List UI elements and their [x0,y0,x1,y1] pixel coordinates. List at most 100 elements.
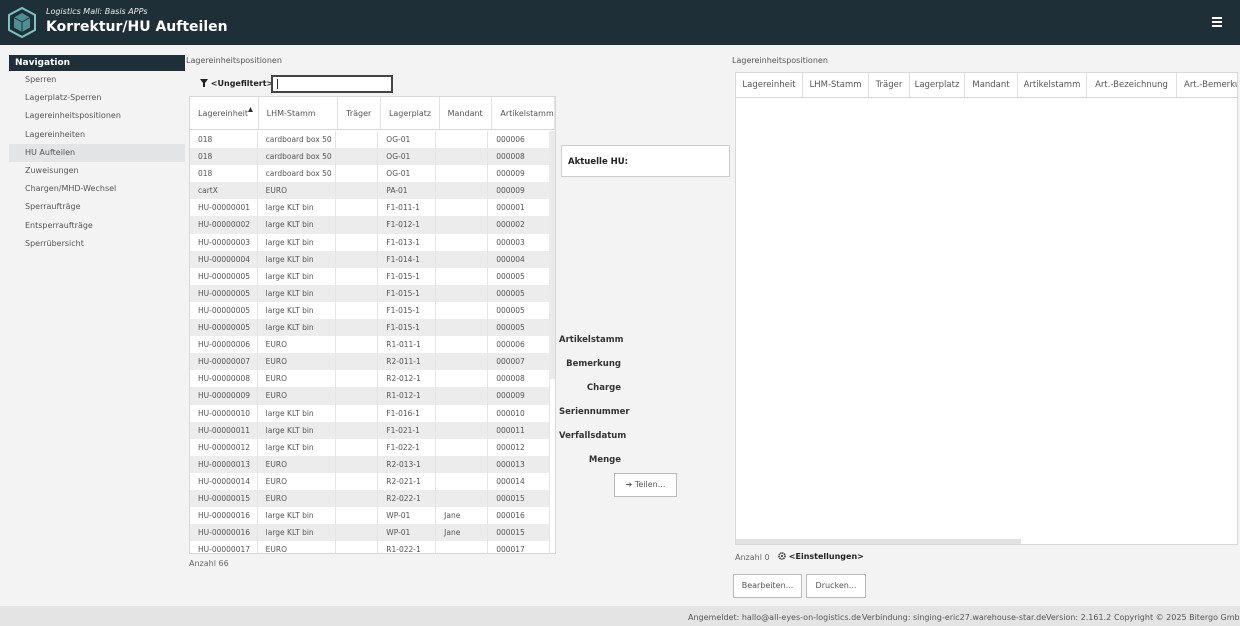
cell-artikelstamm: 000008 [488,370,550,388]
table-row[interactable]: HU-00000002 large KLT bin F1-012-1 000002 [190,216,550,234]
cell-lagereinheit: HU-00000009 [190,387,258,405]
edit-button[interactable]: Bearbeiten... [733,574,802,598]
left-table-body: 018 cardboard box 50 OG-01 000006 018 cardboa… [190,131,550,553]
cell-traeger [336,541,379,553]
filter-input[interactable] [271,75,393,93]
cell-lhm-stamm: large KLT bin [258,507,337,525]
table-row[interactable]: HU-00000004 large KLT bin F1-014-1 000004 [190,250,550,268]
split-button[interactable]: ➔ Teilen... [614,473,677,497]
sidebar-item[interactable]: Sperrübersicht [9,235,185,253]
cell-artikelstamm: 000006 [488,131,550,149]
cell-mandant [436,165,489,183]
table-row[interactable]: HU-00000008 EURO R2-012-1 000008 [190,370,550,388]
table-row[interactable]: HU-00000001 large KLT bin F1-011-1 000001 [190,199,550,217]
cell-lagereinheit: HU-00000008 [190,370,258,388]
filter-toggle[interactable]: <Ungefiltert> [200,79,273,88]
rcol-traeger[interactable]: Träger [869,73,910,97]
cell-artikelstamm: 000004 [488,250,550,268]
col-lagereinheit[interactable]: Lagereinheit [190,97,259,129]
cell-lagerplatz: F1-015-1 [378,301,437,320]
left-table-scrollbar[interactable] [549,131,555,379]
cell-lagerplatz: R2-011-1 [378,353,437,371]
table-row[interactable]: HU-00000010 large KLT bin F1-016-1 000010 [190,404,550,422]
logged-in-user: Angemeldet: hallo@all-eyes-on-logistics.… [688,613,862,622]
cell-artikelstamm: 000002 [488,216,550,234]
table-row[interactable]: HU-00000016 large KLT bin WP-01 Jane 000015 [190,524,550,542]
cell-mandant [436,301,489,320]
table-row[interactable]: 018 cardboard box 50 OG-01 000009 [190,165,550,183]
table-row[interactable]: HU-00000011 large KLT bin F1-021-1 000011 [190,421,550,439]
table-row[interactable]: HU-00000007 EURO R2-011-1 000007 [190,353,550,371]
sidebar-item[interactable]: Entsperraufträge [9,217,185,235]
cell-lhm-stamm: EURO [258,472,337,490]
col-artikelstamm[interactable]: Artikelstamm [492,97,555,129]
sidebar-item[interactable]: Sperren [9,71,185,89]
sidebar-item[interactable]: Lagerplatz-Sperren [9,89,185,107]
gear-icon [778,552,786,560]
field-label-verfallsdatum: Verfallsdatum [559,431,627,441]
sidebar-item[interactable]: Lagereinheiten [9,126,185,144]
field-label-menge: Menge [588,455,621,465]
rcol-lhm-stamm[interactable]: LHM-Stamm [803,73,869,97]
left-section-label: Lagereinheitspositionen [186,56,282,65]
sidebar-item[interactable]: Zuweisungen [9,162,185,180]
cell-lagerplatz: F1-022-1 [378,438,437,456]
sidebar-item[interactable]: HU Aufteilen [9,143,185,162]
cell-artikelstamm: 000006 [488,336,550,354]
table-row[interactable]: 018 cardboard box 50 OG-01 000006 [190,131,550,149]
app-header: Logistics Mall: Basis APPs Korrektur/HU … [0,0,1240,45]
version-info: Version: 2.161.2 [1046,613,1112,622]
cell-traeger [336,148,379,166]
rcol-mandant[interactable]: Mandant [965,73,1018,97]
sort-arrow-icon [248,107,254,112]
rcol-artikelstamm[interactable]: Artikelstamm [1018,73,1087,97]
menu-icon[interactable] [1212,17,1222,27]
col-traeger[interactable]: Träger [338,97,381,129]
col-mandant[interactable]: Mandant [440,97,493,129]
cell-lagerplatz: WP-01 [378,507,437,525]
cell-artikelstamm: 000005 [488,267,550,285]
cell-lagereinheit: HU-00000016 [190,524,258,542]
table-row[interactable]: HU-00000005 large KLT bin F1-015-1 000005 [190,301,550,320]
right-table-scrollbar[interactable] [736,539,1021,544]
field-label-artikelstamm: Artikelstamm [559,335,624,345]
table-row[interactable]: HU-00000005 large KLT bin F1-015-1 000005 [190,267,550,285]
cell-lagerplatz: F1-012-1 [378,216,437,234]
sidebar-item[interactable]: Lagereinheitspositionen [9,107,185,125]
left-count: Anzahl 66 [189,559,229,568]
table-row[interactable]: HU-00000009 EURO R1-012-1 000009 [190,387,550,405]
col-lhm-stamm[interactable]: LHM-Stamm [259,97,339,129]
cell-traeger [336,336,379,354]
sidebar-item[interactable]: Chargen/MHD-Wechsel [9,180,185,198]
cell-lhm-stamm: cardboard box 50 [258,131,337,149]
cell-lagerplatz: R1-012-1 [378,387,437,405]
table-row[interactable]: HU-00000005 large KLT bin F1-015-1 000005 [190,284,550,302]
table-row[interactable]: HU-00000014 EURO R2-021-1 000014 [190,472,550,490]
table-row[interactable]: HU-00000006 EURO R1-011-1 000006 [190,336,550,354]
settings-link[interactable]: <Einstellungen> [778,552,864,561]
table-row[interactable]: HU-00000015 EURO R2-022-1 000015 [190,489,550,508]
right-section-label: Lagereinheitspositionen [732,56,828,65]
sidebar-item[interactable]: Sperraufträge [9,198,185,216]
rcol-lagerplatz[interactable]: Lagerplatz [910,73,965,97]
table-row[interactable]: HU-00000003 large KLT bin F1-013-1 000003 [190,233,550,251]
cell-artikelstamm: 000010 [488,404,550,422]
rcol-lagereinheit[interactable]: Lagereinheit [736,73,803,97]
cell-lhm-stamm: EURO [258,370,337,388]
cell-traeger [336,182,379,200]
print-button[interactable]: Drucken... [806,574,866,598]
cell-mandant [436,131,489,149]
table-row[interactable]: HU-00000005 large KLT bin F1-015-1 000005 [190,319,550,337]
table-row[interactable]: 018 cardboard box 50 OG-01 000008 [190,148,550,166]
table-row[interactable]: HU-00000013 EURO R2-013-1 000013 [190,455,550,473]
rcol-art-bemerkung[interactable]: Art.-Bemerkung [1177,73,1237,97]
rcol-art-bezeichnung[interactable]: Art.-Bezeichnung [1087,73,1177,97]
cell-lhm-stamm: EURO [258,489,337,508]
table-row[interactable]: HU-00000012 large KLT bin F1-022-1 000012 [190,438,550,456]
table-row[interactable]: HU-00000016 large KLT bin WP-01 Jane 000016 [190,507,550,525]
table-row[interactable]: cartX EURO PA-01 000009 [190,182,550,200]
cell-artikelstamm: 000005 [488,319,550,337]
col-lagerplatz[interactable]: Lagerplatz [381,97,440,129]
cell-traeger [336,507,379,525]
table-row[interactable]: HU-00000017 EURO R1-022-1 000017 [190,541,550,553]
